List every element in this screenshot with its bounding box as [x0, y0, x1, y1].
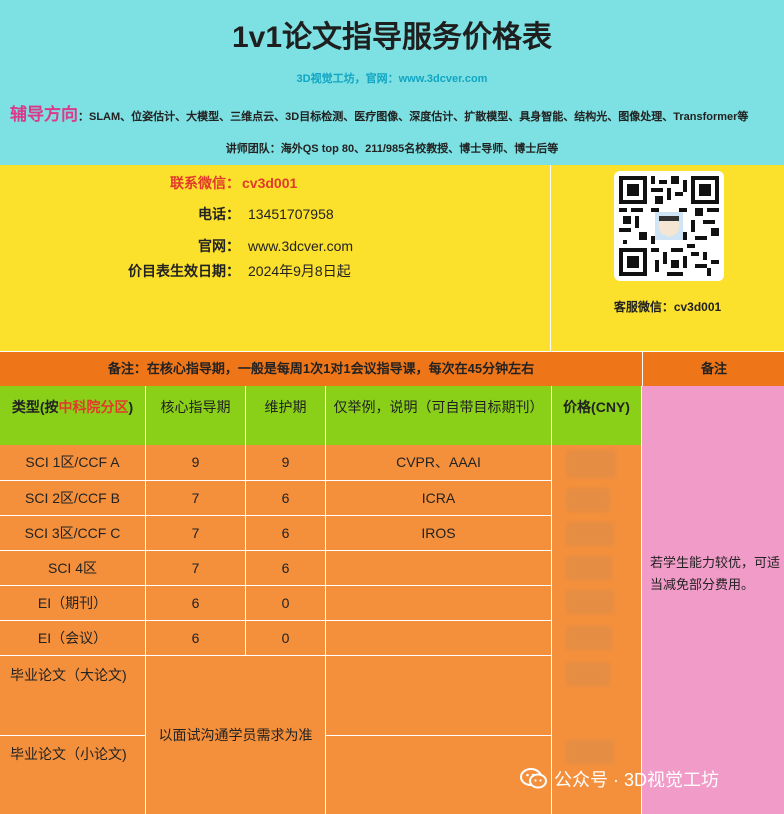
direction-label: 辅导方向	[10, 105, 78, 124]
date-value: 2024年9月8日起	[248, 263, 351, 279]
page-subtitle: 3D视觉工坊，官网：www.3dcver.com	[296, 73, 488, 85]
site-value: www.3dcver.com	[248, 238, 354, 254]
site-row: 官网： www.3dcver.com	[0, 236, 353, 256]
col-header-type-suffix: )	[128, 399, 134, 415]
date-label: 价目表生效日期：	[128, 263, 240, 279]
thesis-small-type: 毕业论文（小论文)	[0, 736, 146, 814]
wechat-value: cv3d001	[242, 175, 298, 191]
remark-column: 若学生能力较优，可适当减免部分费用。	[642, 386, 784, 814]
row-3-maintain: 6	[246, 516, 326, 551]
price-blur-8	[566, 740, 614, 764]
page-title: 1v1论文指导服务价格表	[231, 21, 553, 54]
row-4-type: SCI 4区	[0, 551, 146, 586]
date-row: 价目表生效日期： 2024年9月8日起	[0, 261, 351, 281]
col-header-type: 类型(按中科院分区)	[0, 386, 146, 445]
wechat-row: 联系微信： cv3d001	[0, 173, 297, 193]
direction-line: 辅导方向：SLAM、位姿估计、大模型、三维点云、3D目标检测、医疗图像、深度估计…	[10, 100, 780, 125]
site-label: 官网：	[198, 238, 240, 254]
wechat-icon	[520, 767, 548, 796]
price-table-page: 1v1论文指导服务价格表 3D视觉工坊，官网：www.3dcver.com 辅导…	[0, 0, 784, 814]
row-6-core: 6	[146, 621, 246, 656]
price-blur-7	[566, 662, 610, 686]
contact-section: 联系微信： cv3d001 电话： 13451707958 官网： www.3dcve…	[0, 165, 784, 351]
row-1-core: 9	[146, 445, 246, 481]
thesis-small-example	[326, 736, 552, 814]
row-4-core: 7	[146, 551, 246, 586]
remark-text: 若学生能力较优，可适当减免部分费用。	[650, 555, 781, 592]
row-4-maintain: 6	[246, 551, 326, 586]
row-6-maintain: 0	[246, 621, 326, 656]
qr-caption: 客服微信：cv3d001	[613, 300, 722, 314]
phone-label: 电话：	[198, 206, 240, 222]
row-5-maintain: 0	[246, 586, 326, 621]
row-5-type: EI（期刊）	[0, 586, 146, 621]
price-blur-2	[566, 488, 610, 512]
row-2-core: 7	[146, 481, 246, 516]
col-header-maintain: 维护期	[246, 386, 326, 445]
price-blur-5	[566, 590, 614, 614]
price-blur-4	[566, 556, 612, 580]
remark-header: 备注	[642, 352, 784, 386]
wechat-label: 联系微信：	[170, 175, 240, 191]
note-text: 备注：在核心指导期，一般是每周1次1对1会议指导课，每次在45分钟左右	[107, 361, 535, 376]
col-header-example: 仅举例，说明（可自带目标期刊）	[326, 386, 552, 445]
team-line: 讲师团队：海外QS top 80、211/985名校教授、博士导师、博士后等	[225, 143, 559, 155]
col-header-price: 价格(CNY)	[552, 386, 642, 445]
row-3-core: 7	[146, 516, 246, 551]
wechat-watermark: 公众号 · 3D视觉工坊	[520, 766, 719, 798]
row-1-example: CVPR、AAAI	[326, 445, 552, 481]
contact-divider	[550, 165, 551, 351]
row-4-example	[326, 551, 552, 586]
row-1-maintain: 9	[246, 445, 326, 481]
row-2-example: ICRA	[326, 481, 552, 516]
row-6-example	[326, 621, 552, 656]
thesis-note: 以面试沟通学员需求为准	[146, 656, 326, 814]
row-5-example	[326, 586, 552, 621]
row-2-maintain: 6	[246, 481, 326, 516]
price-blur-6	[566, 626, 612, 650]
thesis-big-example	[326, 656, 552, 736]
row-6-type: EI（会议）	[0, 621, 146, 656]
phone-row: 电话： 13451707958	[0, 204, 334, 224]
row-3-example: IROS	[326, 516, 552, 551]
col-header-core: 核心指导期	[146, 386, 246, 445]
phone-value: 13451707958	[248, 206, 334, 222]
row-1-type: SCI 1区/CCF A	[0, 445, 146, 481]
row-2-type: SCI 2区/CCF B	[0, 481, 146, 516]
price-blur-3	[566, 522, 614, 546]
header-section: 1v1论文指导服务价格表 3D视觉工坊，官网：www.3dcver.com 辅导…	[0, 0, 784, 165]
watermark-text: 公众号 · 3D视觉工坊	[554, 770, 720, 790]
col-header-type-prefix: 类型(按	[11, 399, 59, 415]
row-3-type: SCI 3区/CCF C	[0, 516, 146, 551]
col-header-type-highlight: 中科院分区	[58, 399, 129, 415]
thesis-big-type: 毕业论文（大论文)	[0, 656, 146, 736]
direction-text: ：SLAM、位姿估计、大模型、三维点云、3D目标检测、医疗图像、深度估计、扩散模…	[78, 111, 749, 123]
qr-code-icon[interactable]	[614, 171, 724, 281]
price-blur-1	[566, 450, 616, 478]
note-row: 备注：在核心指导期，一般是每周1次1对1会议指导课，每次在45分钟左右 备注	[0, 351, 784, 386]
row-5-core: 6	[146, 586, 246, 621]
